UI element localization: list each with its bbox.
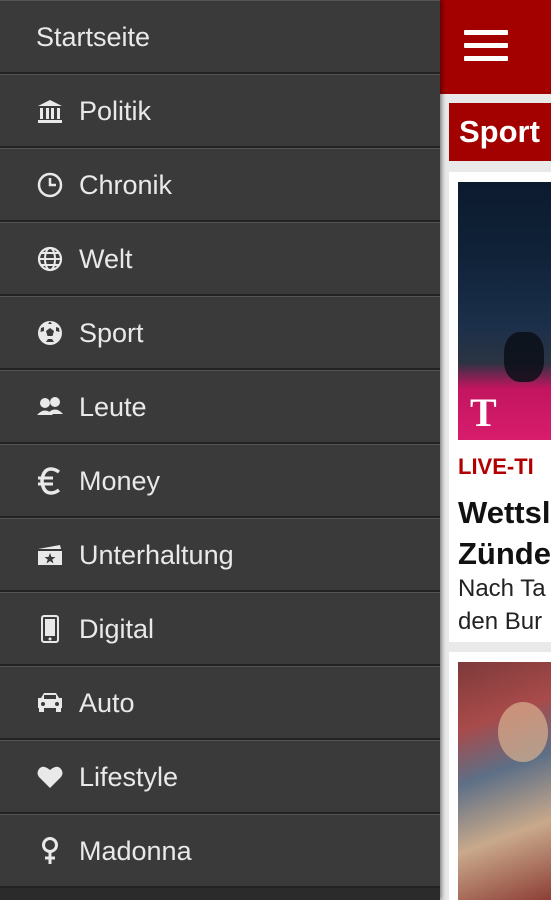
nav-item-digital[interactable]: Digital [0,592,440,666]
nav-item-lifestyle[interactable]: Lifestyle [0,740,440,814]
article-teaser: Nach Ta den Bur [458,575,546,635]
nav-item-label: Lifestyle [79,762,179,792]
nav-item-sport[interactable]: Sport [0,296,440,370]
article-kicker: LIVE-TI [458,454,534,479]
nav-item-label: Digital [79,614,155,644]
main-content: Sport T LIVE-TI Wettsl Zünde Nach Ta den… [440,0,551,900]
nav-item-madonna[interactable]: Madonna [0,814,440,888]
nav-item-label: Auto [79,688,135,718]
ticket-star-icon [36,541,64,569]
smartphone-icon [36,615,64,643]
nav-item-politik[interactable]: Politik [0,74,440,148]
nav-item-label: Welt [79,244,133,274]
building-icon [36,97,64,125]
article-image [458,662,551,900]
car-icon [36,689,64,717]
article-image: T [458,182,551,440]
nav-item-unterhaltung[interactable]: Unterhaltung [0,518,440,592]
article-card[interactable]: T LIVE-TI Wettsl Zünde Nach Ta den Bur [449,172,551,642]
article-card[interactable] [449,652,551,900]
nav-item-label: Leute [79,392,147,422]
nav-item-label: Unterhaltung [79,540,234,570]
heart-icon [36,763,64,791]
people-icon [36,393,64,421]
nav-item-label: Sport [79,318,144,348]
nav-item-leute[interactable]: Leute [0,370,440,444]
nav-item-money[interactable]: Money [0,444,440,518]
drawer-footer [0,888,440,900]
globe-icon [36,245,64,273]
female-symbol-icon [36,837,64,865]
hamburger-menu-icon[interactable] [464,30,508,64]
nav-item-startseite[interactable]: Startseite [0,0,440,74]
article-headline: Wettsl Zünde [458,495,551,571]
section-title[interactable]: Sport [449,103,551,161]
nav-item-auto[interactable]: Auto [0,666,440,740]
nav-item-label: Money [79,466,161,496]
nav-item-label: Chronik [79,170,173,200]
soccer-ball-icon [36,319,64,347]
nav-item-chronik[interactable]: Chronik [0,148,440,222]
nav-item-label: Startseite [36,22,151,52]
telekom-logo-fragment: T [470,390,497,435]
nav-item-label: Madonna [79,836,192,866]
navigation-drawer: Startseite Politik Chronik Welt Sport Le… [0,0,440,900]
euro-icon [36,467,64,495]
clock-icon [36,171,64,199]
top-app-bar [440,0,551,94]
nav-item-label: Politik [79,96,152,126]
nav-item-welt[interactable]: Welt [0,222,440,296]
